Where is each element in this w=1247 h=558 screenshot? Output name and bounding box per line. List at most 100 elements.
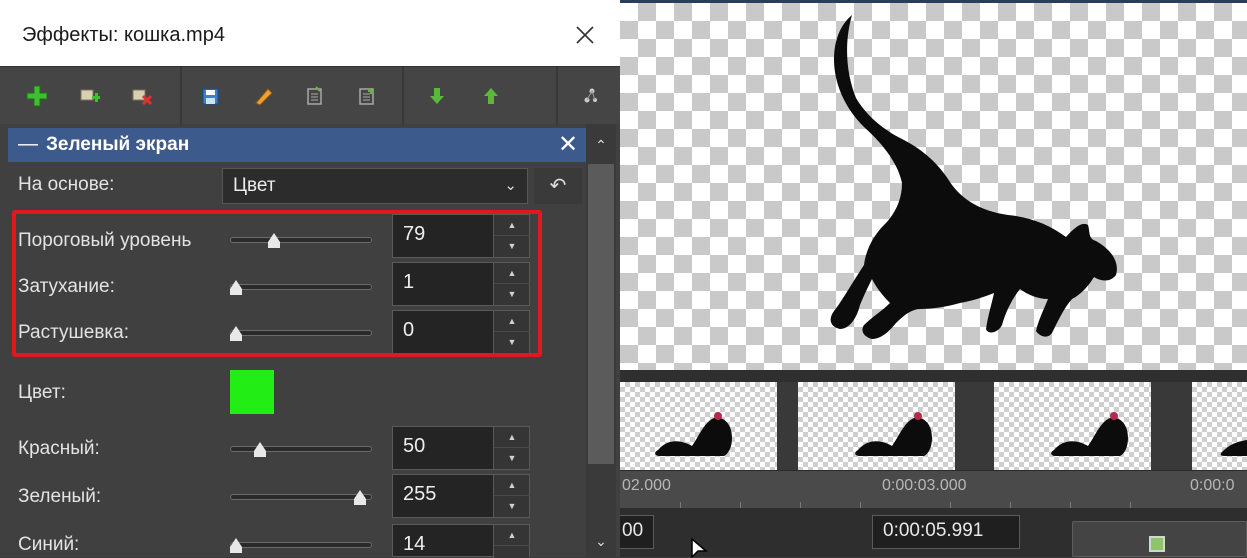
effects-scrollbar[interactable]: ⌃ ⌄	[586, 124, 616, 557]
preview-divider	[620, 370, 1247, 382]
spin-up-icon[interactable]: ▲	[494, 427, 530, 448]
move-down-icon	[430, 88, 444, 104]
green-label: Зеленый:	[18, 486, 102, 507]
toolbar-separator	[556, 67, 558, 125]
video-thumbnail[interactable]	[620, 382, 777, 470]
spin-down-icon[interactable]: ▼	[494, 496, 530, 517]
timeline-ruler[interactable]: 02.000 0:00:03.000 0:00:0	[620, 470, 1247, 508]
threshold-slider[interactable]	[230, 229, 372, 253]
video-preview	[620, 0, 1247, 370]
scroll-down-icon[interactable]: ⌄	[586, 526, 616, 556]
close-icon[interactable]	[568, 18, 602, 52]
blue-input[interactable]: 14 ▲	[392, 524, 530, 558]
slider-track	[230, 446, 372, 452]
fade-label: Затухание:	[18, 276, 115, 297]
move-up-icon	[484, 88, 498, 104]
toolbar-separator	[180, 67, 182, 125]
move-down-button[interactable]	[412, 67, 460, 125]
feather-slider[interactable]	[230, 322, 372, 346]
ruler-label: 0:00:03.000	[882, 477, 967, 494]
fade-input[interactable]: 1 ▲ ▼	[392, 262, 530, 306]
threshold-spinner: ▲ ▼	[493, 215, 530, 257]
base-label: На основе:	[18, 174, 115, 195]
settings-icon	[584, 88, 597, 103]
save-button[interactable]	[186, 67, 234, 125]
green-spinner: ▲ ▼	[493, 475, 530, 517]
effect-header[interactable]: — Зеленый экран ✕	[8, 128, 586, 162]
feather-spinner: ▲ ▼	[493, 311, 530, 353]
spin-down-icon[interactable]: ▼	[494, 332, 530, 353]
effect-name: Зеленый экран	[46, 134, 190, 155]
slider-thumb[interactable]	[254, 442, 266, 457]
video-thumbnail[interactable]	[1192, 382, 1247, 470]
video-thumbnail[interactable]	[798, 382, 955, 470]
copy-button[interactable]	[290, 67, 338, 125]
fade-slider[interactable]	[230, 276, 372, 300]
slider-track	[230, 284, 372, 290]
remove-effect-icon	[132, 89, 152, 106]
scroll-up-icon[interactable]: ⌃	[586, 128, 616, 162]
ruler-label: 02.000	[622, 477, 671, 494]
video-thumbnail[interactable]	[994, 382, 1151, 470]
red-slider[interactable]	[230, 438, 372, 462]
settings-button[interactable]	[566, 67, 614, 125]
green-input[interactable]: 255 ▲ ▼	[392, 474, 530, 518]
spin-down-icon[interactable]: ▼	[494, 284, 530, 305]
slider-track	[230, 237, 372, 243]
toolbar-separator	[402, 67, 404, 125]
add-preset-icon	[80, 89, 100, 102]
reset-button[interactable]: ↶	[534, 168, 582, 204]
move-up-button[interactable]	[466, 67, 514, 125]
remove-effect-button[interactable]	[116, 67, 164, 125]
collapse-icon[interactable]: —	[18, 133, 38, 156]
fade-spinner: ▲ ▼	[493, 263, 530, 305]
cat-silhouette	[830, 15, 1117, 339]
spin-down-icon[interactable]: ▼	[494, 448, 530, 469]
paste-icon	[359, 88, 374, 105]
mouse-pointer-icon	[691, 538, 709, 558]
scroll-thumb[interactable]	[588, 164, 614, 464]
spin-down-icon[interactable]: ▼	[494, 236, 530, 257]
paste-button[interactable]	[342, 67, 390, 125]
add-preset-button[interactable]	[64, 67, 112, 125]
timeline-filmstrip[interactable]	[620, 382, 1247, 470]
red-value: 50	[403, 435, 426, 457]
base-select[interactable]: Цвет ⌄	[222, 168, 528, 204]
time-bar: 00 0:00:05.991	[612, 508, 1247, 557]
add-effect-icon	[26, 85, 48, 107]
feather-value: 0	[403, 319, 415, 341]
slider-thumb[interactable]	[230, 326, 242, 341]
dialog-titlebar[interactable]: Эффекты: кошка.mp4	[0, 0, 620, 66]
spin-up-icon[interactable]: ▲	[494, 475, 530, 496]
slider-thumb[interactable]	[230, 280, 242, 295]
green-value: 255	[403, 483, 437, 505]
edit-button[interactable]	[238, 67, 286, 125]
save-icon	[202, 88, 219, 105]
export-icon	[1149, 536, 1165, 552]
slider-thumb[interactable]	[354, 490, 366, 505]
chevron-down-icon: ⌄	[504, 177, 517, 194]
current-time-field[interactable]: 0:00:05.991	[872, 515, 1020, 549]
feather-input[interactable]: 0 ▲ ▼	[392, 310, 530, 354]
blue-label: Синий:	[18, 534, 80, 555]
red-input[interactable]: 50 ▲ ▼	[392, 426, 530, 470]
effects-dialog: Эффекты: кошка.mp4 — Зеленый экран ✕ На …	[0, 0, 620, 558]
color-swatch[interactable]	[230, 370, 274, 414]
fade-value: 1	[403, 271, 415, 293]
blue-slider[interactable]	[230, 534, 372, 558]
color-label: Цвет:	[18, 382, 66, 403]
threshold-input[interactable]: 79 ▲ ▼	[392, 214, 530, 258]
slider-thumb[interactable]	[268, 233, 280, 248]
green-slider[interactable]	[230, 486, 372, 510]
slider-thumb[interactable]	[230, 538, 242, 553]
remove-effect-icon[interactable]: ✕	[556, 132, 580, 158]
spin-up-icon[interactable]: ▲	[494, 215, 530, 236]
ruler-label: 0:00:0	[1190, 477, 1235, 494]
spin-up-icon[interactable]: ▲	[494, 263, 530, 284]
add-effect-button[interactable]	[12, 67, 60, 125]
spin-up-icon[interactable]: ▲	[494, 525, 530, 546]
spin-up-icon[interactable]: ▲	[494, 311, 530, 332]
slider-track	[230, 330, 372, 336]
export-button[interactable]	[1072, 521, 1247, 557]
undo-icon: ↶	[549, 175, 567, 197]
